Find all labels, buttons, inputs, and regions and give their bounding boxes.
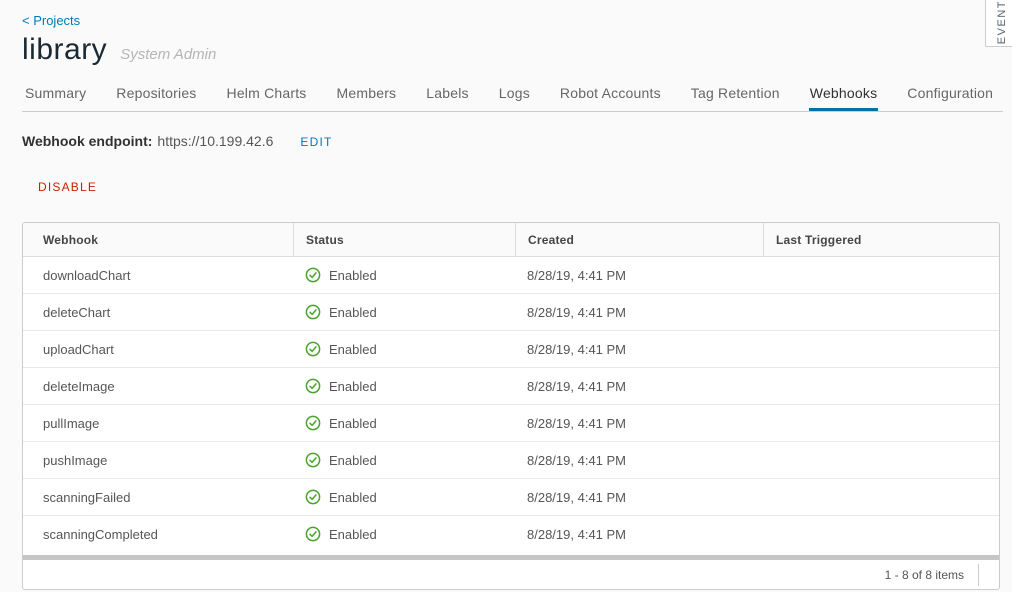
webhook-created-cell: 8/28/19, 4:41 PM (515, 268, 763, 283)
event-log-flyout-label: EVENT (996, 0, 1008, 44)
endpoint-value: https://10.199.42.6 (157, 133, 273, 149)
success-check-icon (305, 489, 321, 505)
table-row: uploadChart Enabled 8/28/19, 4:41 PM (23, 330, 999, 367)
table-row: scanningFailed Enabled 8/28/19, 4:41 PM (23, 478, 999, 515)
main-content: < Projects library System Admin Summary R… (0, 0, 1012, 590)
webhook-created-cell: 8/28/19, 4:41 PM (515, 305, 763, 320)
footer-divider (978, 564, 979, 586)
webhook-status-cell: Enabled (293, 452, 515, 468)
table-row: pushImage Enabled 8/28/19, 4:41 PM (23, 441, 999, 478)
webhooks-table: WebhookStatusCreatedLast Triggered downl… (22, 222, 1000, 590)
page-subtitle: System Admin (120, 46, 216, 63)
tab-robot-accounts[interactable]: Robot Accounts (559, 80, 662, 111)
webhook-endpoint-row: Webhook endpoint: https://10.199.42.6 ED… (22, 133, 1012, 149)
column-header-webhook: Webhook (23, 223, 293, 256)
page-header: library System Admin (22, 33, 1012, 67)
tab-repositories[interactable]: Repositories (115, 80, 197, 111)
success-check-icon (305, 452, 321, 468)
disable-button[interactable]: DISABLE (38, 180, 97, 194)
webhook-status-text: Enabled (329, 342, 377, 357)
event-log-flyout-tab[interactable]: EVENT (985, 0, 1012, 47)
webhook-status-cell: Enabled (293, 267, 515, 283)
tab-summary[interactable]: Summary (24, 80, 87, 111)
endpoint-label: Webhook endpoint: (22, 133, 152, 149)
back-to-projects-link[interactable]: < Projects (22, 13, 80, 28)
success-check-icon (305, 415, 321, 431)
column-header-last-triggered: Last Triggered (763, 223, 999, 256)
webhook-status-cell: Enabled (293, 489, 515, 505)
webhook-status-text: Enabled (329, 305, 377, 320)
webhook-status-text: Enabled (329, 379, 377, 394)
tab-tag-retention[interactable]: Tag Retention (690, 80, 781, 111)
webhook-status-text: Enabled (329, 416, 377, 431)
success-check-icon (305, 267, 321, 283)
success-check-icon (305, 304, 321, 320)
items-count: 1 - 8 of 8 items (885, 568, 964, 582)
webhook-name-cell: pushImage (23, 453, 293, 468)
tab-logs[interactable]: Logs (498, 80, 531, 111)
webhook-status-cell: Enabled (293, 526, 515, 542)
webhook-created-cell: 8/28/19, 4:41 PM (515, 453, 763, 468)
table-footer: 1 - 8 of 8 items (23, 560, 999, 589)
webhook-status-cell: Enabled (293, 304, 515, 320)
table-row: deleteImage Enabled 8/28/19, 4:41 PM (23, 367, 999, 404)
success-check-icon (305, 526, 321, 542)
webhook-name-cell: scanningCompleted (23, 527, 293, 542)
webhook-status-cell: Enabled (293, 341, 515, 357)
webhook-created-cell: 8/28/19, 4:41 PM (515, 416, 763, 431)
tab-members[interactable]: Members (336, 80, 398, 111)
webhook-status-text: Enabled (329, 268, 377, 283)
tab-webhooks[interactable]: Webhooks (809, 80, 879, 111)
webhook-status-text: Enabled (329, 453, 377, 468)
table-row: scanningCompleted Enabled 8/28/19, 4:41 … (23, 515, 999, 552)
tab-labels[interactable]: Labels (425, 80, 469, 111)
webhook-name-cell: scanningFailed (23, 490, 293, 505)
table-row: downloadChart Enabled 8/28/19, 4:41 PM (23, 257, 999, 293)
table-header: WebhookStatusCreatedLast Triggered (23, 223, 999, 257)
webhook-name-cell: pullImage (23, 416, 293, 431)
success-check-icon (305, 341, 321, 357)
column-header-status: Status (293, 223, 515, 256)
webhook-name-cell: downloadChart (23, 268, 293, 283)
webhook-name-cell: deleteImage (23, 379, 293, 394)
webhook-status-cell: Enabled (293, 378, 515, 394)
table-row: pullImage Enabled 8/28/19, 4:41 PM (23, 404, 999, 441)
webhook-created-cell: 8/28/19, 4:41 PM (515, 527, 763, 542)
webhook-status-cell: Enabled (293, 415, 515, 431)
table-row: deleteChart Enabled 8/28/19, 4:41 PM (23, 293, 999, 330)
webhook-name-cell: deleteChart (23, 305, 293, 320)
webhook-status-text: Enabled (329, 527, 377, 542)
success-check-icon (305, 378, 321, 394)
webhook-created-cell: 8/28/19, 4:41 PM (515, 379, 763, 394)
webhook-created-cell: 8/28/19, 4:41 PM (515, 342, 763, 357)
webhook-status-text: Enabled (329, 490, 377, 505)
page-title: library (22, 33, 107, 67)
webhook-name-cell: uploadChart (23, 342, 293, 357)
table-body: downloadChart Enabled 8/28/19, 4:41 PM d… (23, 257, 999, 552)
tab-helm-charts[interactable]: Helm Charts (226, 80, 308, 111)
tab-configuration[interactable]: Configuration (906, 80, 994, 111)
column-header-created: Created (515, 223, 763, 256)
webhook-created-cell: 8/28/19, 4:41 PM (515, 490, 763, 505)
edit-endpoint-button[interactable]: EDIT (300, 135, 332, 149)
tab-bar: Summary Repositories Helm Charts Members Lab… (22, 80, 1003, 112)
